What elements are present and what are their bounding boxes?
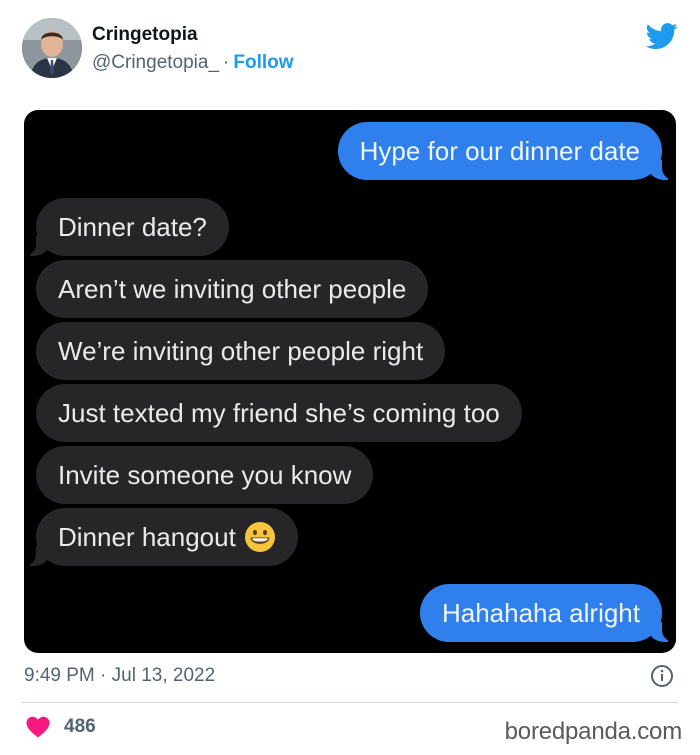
tweet-header: Cringetopia @Cringetopia_ · Follow — [22, 16, 682, 80]
heart-icon[interactable] — [26, 716, 50, 738]
avatar[interactable] — [22, 18, 82, 78]
divider — [22, 702, 678, 703]
tweet-timestamp[interactable]: 9:49 PM · Jul 13, 2022 — [24, 665, 215, 687]
chat-bubble-received: Invite someone you know — [36, 446, 374, 504]
info-icon[interactable] — [650, 664, 674, 688]
grinning-face-icon — [244, 522, 275, 553]
chat-bubble-text: Dinner hangout — [58, 522, 236, 552]
chat-bubble-received: Dinner date? — [24, 198, 229, 256]
watermark: boredpanda.com — [504, 718, 683, 745]
author-name[interactable]: Cringetopia — [92, 24, 198, 46]
chat-bubble-received: We’re inviting other people right — [36, 322, 446, 380]
likes-count[interactable]: 486 — [64, 716, 96, 738]
chat-bubble-received: Dinner hangout — [24, 508, 298, 566]
chat-bubble-sent: Hahahaha alright — [419, 584, 676, 642]
chat-bubble-received: Just texted my friend she’s coming too — [36, 384, 522, 442]
follow-button[interactable]: Follow — [233, 52, 293, 73]
chat-bubble-sent: Hype for our dinner date — [337, 122, 676, 180]
tweet-card: Cringetopia @Cringetopia_ · Follow Hype fo… — [0, 0, 700, 755]
separator-dot: · — [223, 52, 230, 73]
author-handle[interactable]: @Cringetopia_ — [92, 52, 219, 73]
chat-bubble-received: Aren’t we inviting other people — [36, 260, 429, 318]
twitter-bird-icon[interactable] — [646, 20, 678, 52]
chat-screenshot: Hype for our dinner date Dinner date? Ar… — [24, 110, 676, 653]
author-meta: @Cringetopia_ · Follow — [92, 52, 294, 74]
